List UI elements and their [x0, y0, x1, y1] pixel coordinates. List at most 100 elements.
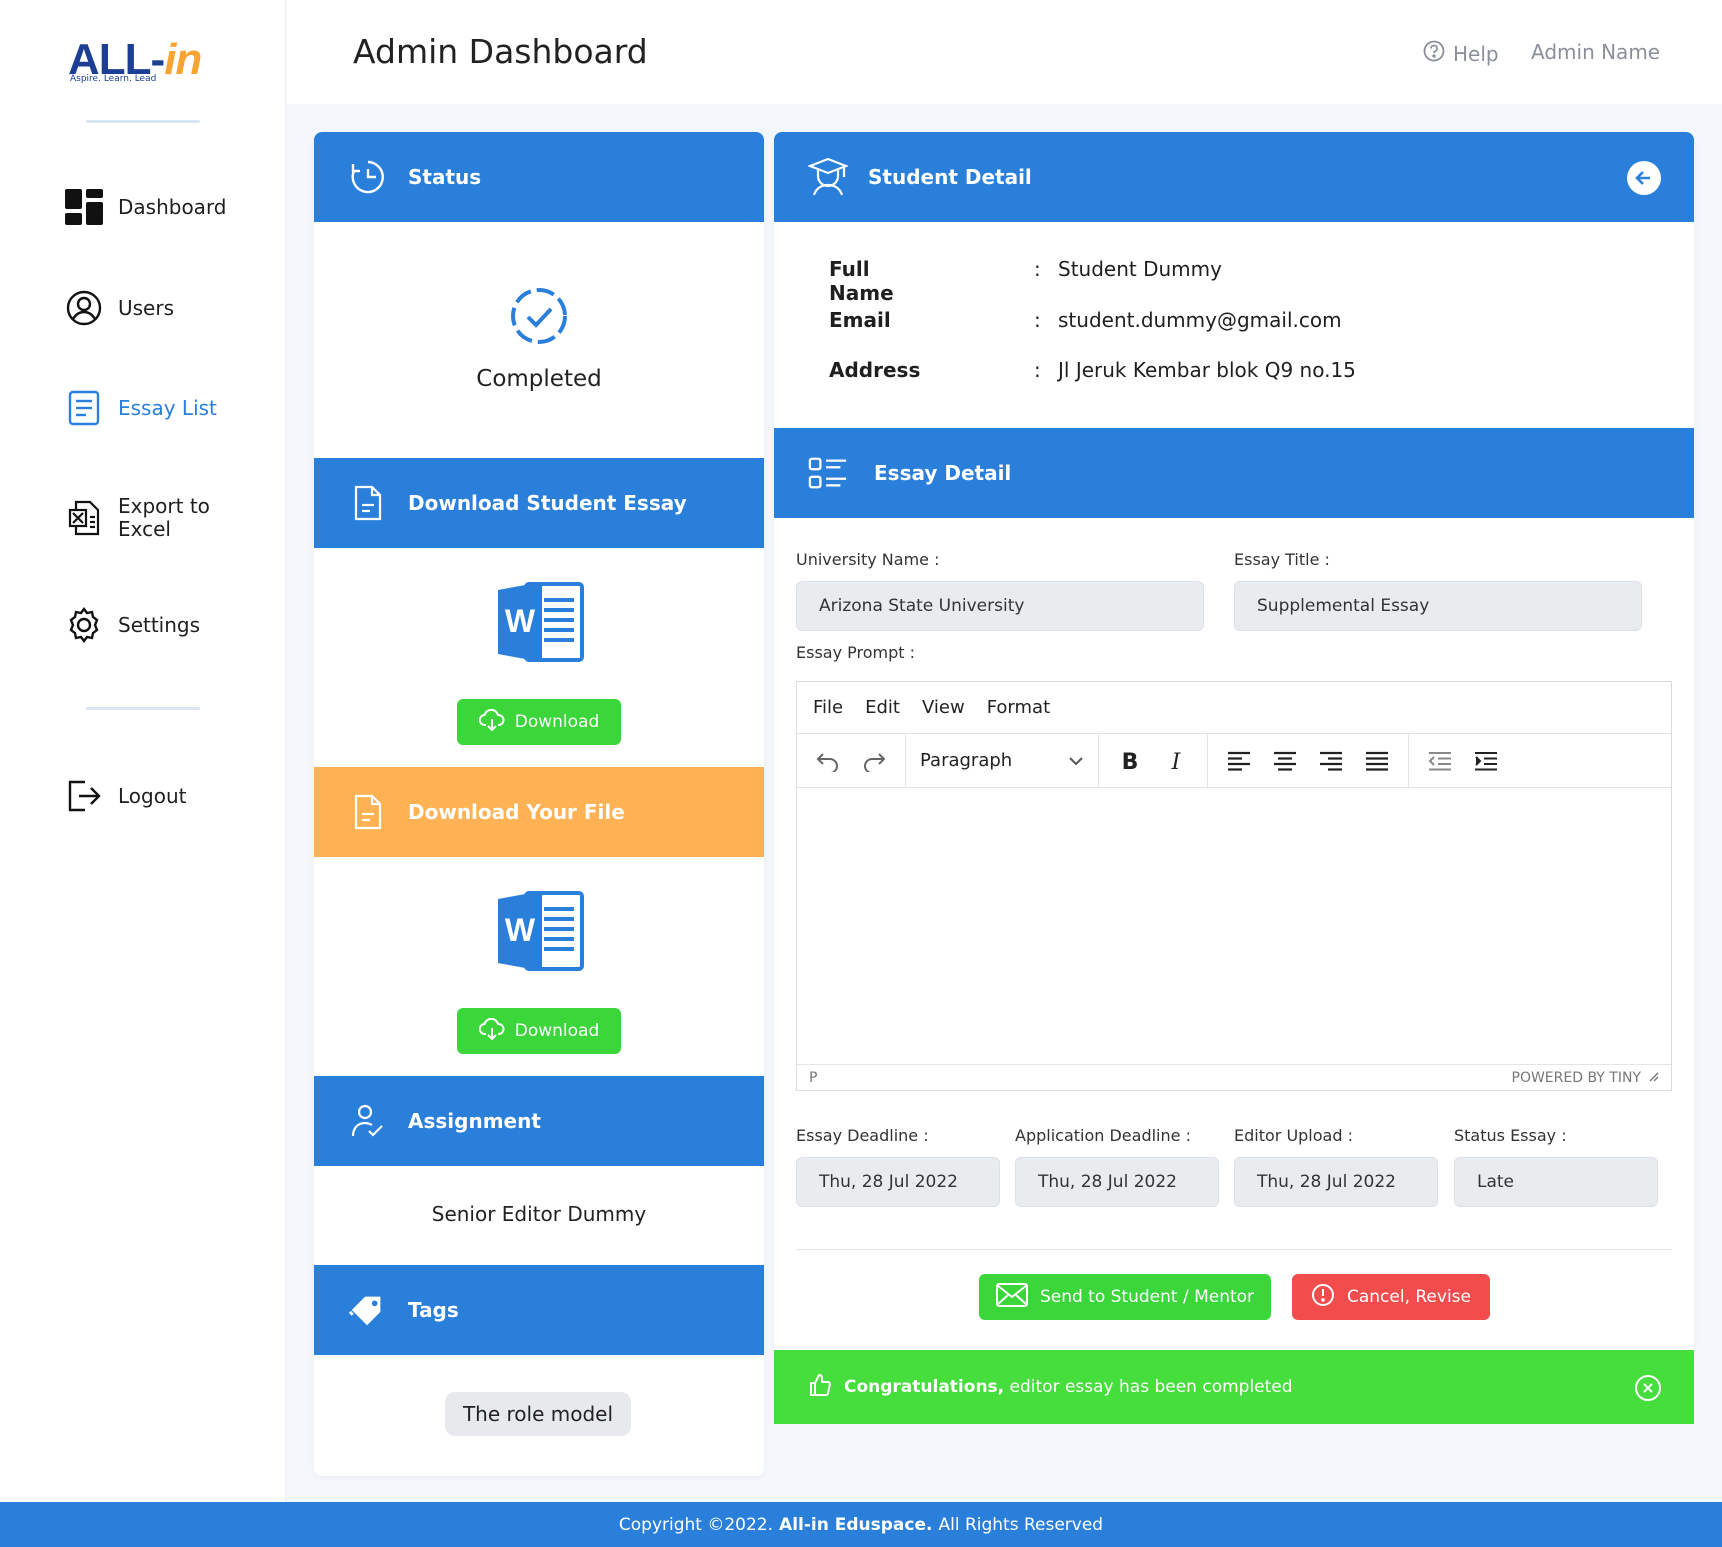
tags-title: Tags — [408, 1298, 459, 1322]
download-your-file-button[interactable]: Download — [457, 1008, 621, 1054]
right-panel: Student Detail Full Name : Student Dummy… — [774, 132, 1694, 1350]
tags-section: Tags The role model — [314, 1265, 764, 1476]
download-your-file-header: Download Your File — [314, 767, 764, 857]
block-format-select[interactable]: Paragraph — [916, 742, 1088, 780]
essay-deadline-label: Essay Deadline : — [796, 1126, 929, 1145]
university-name-field[interactable]: Arizona State University — [796, 581, 1204, 631]
italic-icon[interactable]: I — [1155, 742, 1197, 780]
top-header: Admin Dashboard Help Admin Name — [287, 0, 1722, 104]
alert-message: editor essay has been completed — [1004, 1377, 1293, 1397]
resize-handle-icon[interactable] — [1649, 1070, 1659, 1086]
page-title: Admin Dashboard — [353, 32, 648, 71]
cancel-revise-button[interactable]: Cancel, Revise — [1292, 1274, 1490, 1320]
undo-icon[interactable] — [807, 742, 849, 780]
footer-suffix: All Rights Reserved — [938, 1514, 1104, 1535]
download-student-title: Download Student Essay — [408, 491, 687, 515]
check-circle-icon — [509, 286, 569, 350]
gear-icon — [64, 605, 104, 645]
chevron-down-icon — [1068, 750, 1084, 771]
essay-prompt-label: Essay Prompt : — [796, 643, 916, 662]
menu-file[interactable]: File — [813, 697, 843, 718]
cancel-label: Cancel, Revise — [1346, 1287, 1471, 1307]
divider — [796, 1249, 1672, 1250]
back-arrow-icon[interactable] — [1626, 160, 1662, 201]
sidebar-item-settings[interactable]: Settings — [64, 605, 200, 645]
assignment-section: Assignment Senior Editor Dummy — [314, 1076, 764, 1226]
full-name-label: Full Name — [829, 257, 894, 305]
download-student-essay-button[interactable]: Download — [457, 699, 621, 745]
list-icon — [808, 453, 848, 493]
tag-chip[interactable]: The role model — [445, 1392, 631, 1436]
align-center-icon[interactable] — [1264, 742, 1306, 780]
tags-icon — [348, 1290, 388, 1330]
align-left-icon[interactable] — [1218, 742, 1260, 780]
menu-format[interactable]: Format — [987, 697, 1050, 718]
download-label: Download — [514, 712, 600, 732]
help-label: Help — [1453, 41, 1499, 66]
student-detail-header: Student Detail — [774, 132, 1694, 222]
file-icon — [348, 792, 388, 832]
bold-icon[interactable]: B — [1109, 742, 1151, 780]
text-style-group: B I — [1099, 733, 1208, 788]
essay-title-field[interactable]: Supplemental Essay — [1234, 581, 1642, 631]
brand-logo[interactable]: ALL-in Aspire. Learn. Lead — [68, 38, 218, 88]
status-header: Status — [314, 132, 764, 222]
status-essay-field[interactable]: Late — [1454, 1157, 1658, 1207]
logo-tagline: Aspire. Learn. Lead — [70, 74, 159, 84]
assignee-name: Senior Editor Dummy — [431, 1202, 647, 1226]
email-value: student.dummy@gmail.com — [1058, 308, 1342, 332]
editor-content-area[interactable] — [797, 788, 1671, 1066]
file-icon — [348, 483, 388, 523]
essay-title-label: Essay Title : — [1234, 550, 1330, 569]
colon: : — [1034, 257, 1041, 281]
assignment-title: Assignment — [408, 1109, 541, 1133]
align-right-icon[interactable] — [1310, 742, 1352, 780]
student-detail-title: Student Detail — [868, 165, 1032, 189]
sidebar-item-export-excel[interactable]: Export to Excel — [64, 495, 210, 541]
tags-header: Tags — [314, 1265, 764, 1355]
status-essay-label: Status Essay : — [1454, 1126, 1567, 1145]
sidebar-item-dashboard[interactable]: Dashboard — [64, 187, 227, 227]
cloud-download-icon — [478, 1017, 505, 1045]
word-doc-icon: W — [496, 578, 584, 666]
sidebar-item-users[interactable]: Users — [64, 288, 174, 328]
help-link[interactable]: Help — [1423, 40, 1499, 67]
application-deadline-field[interactable]: Thu, 28 Jul 2022 — [1015, 1157, 1219, 1207]
close-circle-icon[interactable] — [1634, 1374, 1662, 1402]
essay-deadline-field[interactable]: Thu, 28 Jul 2022 — [796, 1157, 1000, 1207]
download-student-header: Download Student Essay — [314, 458, 764, 548]
indent-icon[interactable] — [1465, 742, 1507, 780]
sidebar-item-essay-list[interactable]: Essay List — [64, 388, 217, 428]
alignment-group — [1208, 733, 1409, 788]
cloud-download-icon — [478, 708, 505, 736]
status-body: Completed — [314, 222, 764, 458]
sidebar-item-label: Dashboard — [118, 195, 227, 219]
email-label: Email — [829, 308, 891, 332]
thumbs-up-icon — [808, 1373, 832, 1402]
editor-upload-field[interactable]: Thu, 28 Jul 2022 — [1234, 1157, 1438, 1207]
svg-text:B: B — [1122, 750, 1139, 772]
sidebar-item-label: Essay List — [118, 396, 217, 420]
user-menu[interactable]: Admin Name — [1531, 40, 1660, 64]
menu-edit[interactable]: Edit — [865, 697, 900, 718]
send-to-student-button[interactable]: Send to Student / Mentor — [979, 1274, 1271, 1320]
sidebar-divider — [86, 120, 200, 123]
outdent-icon[interactable] — [1419, 742, 1461, 780]
download-student-essay-section: Download Student Essay W Download — [314, 458, 764, 745]
left-panel: Status Completed Download Student Essay … — [314, 132, 764, 1476]
clock-history-icon — [348, 157, 388, 197]
sidebar-item-label: Export to Excel — [118, 494, 210, 541]
editor-menubar: File Edit View Format — [797, 682, 1671, 734]
success-alert: Congratulations, editor essay has been c… — [774, 1350, 1694, 1424]
menu-view[interactable]: View — [922, 697, 965, 718]
footer: Copyright ©2022. All-in Eduspace. All Ri… — [0, 1502, 1722, 1547]
essay-detail-header: Essay Detail — [774, 428, 1694, 518]
essay-detail-title: Essay Detail — [874, 461, 1012, 485]
sidebar-item-logout[interactable]: Logout — [64, 776, 186, 816]
svg-text:W: W — [505, 603, 536, 639]
status-text: Completed — [476, 366, 602, 392]
redo-icon[interactable] — [853, 742, 895, 780]
align-justify-icon[interactable] — [1356, 742, 1398, 780]
powered-by-tiny[interactable]: POWERED BY TINY — [1512, 1070, 1642, 1086]
graduate-icon — [808, 157, 848, 197]
